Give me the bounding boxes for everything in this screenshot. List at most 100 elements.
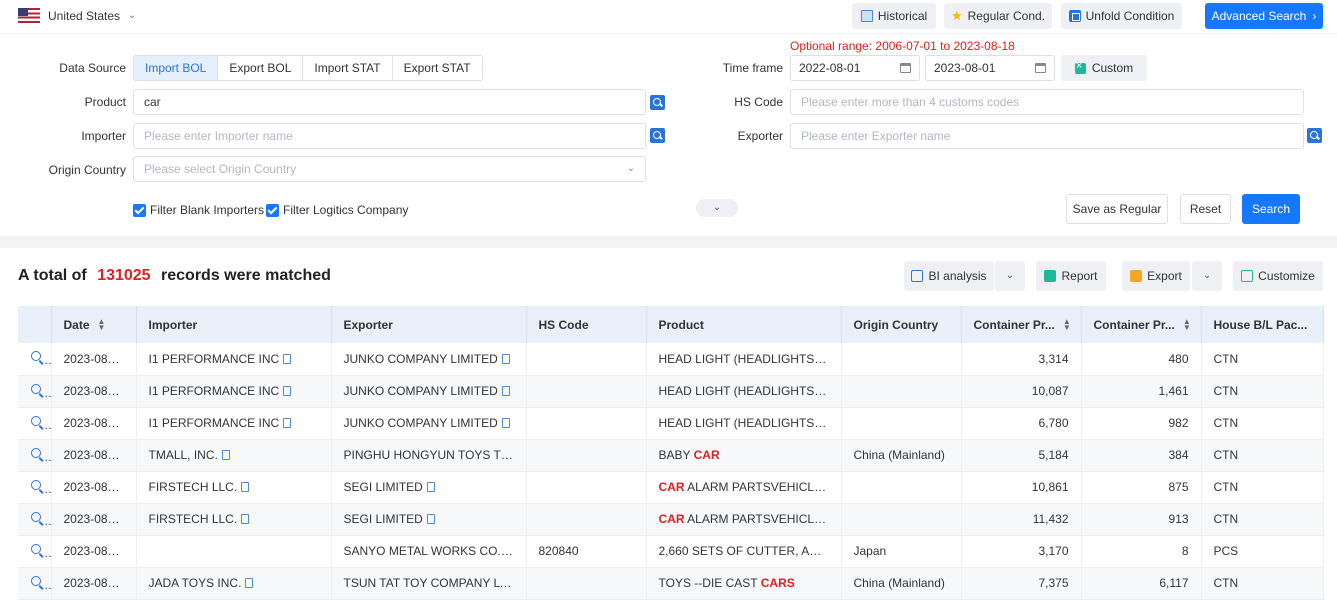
- importer-link[interactable]: FIRSTECH LLC.: [149, 480, 238, 494]
- cell-origin-country: [841, 343, 962, 376]
- chevron-right-icon: ›: [1312, 9, 1317, 23]
- filter-logistics-checkbox[interactable]: Filter Logitics Company: [266, 203, 408, 217]
- unfold-condition-button[interactable]: Unfold Condition: [1061, 3, 1182, 29]
- cell-hs-code: [526, 471, 647, 504]
- header-container-2[interactable]: Container Pr... ▲ ▼: [1081, 306, 1202, 343]
- chevron-down-icon: ⌄: [128, 10, 137, 21]
- custom-range-button[interactable]: Custom: [1061, 55, 1147, 81]
- importer-link[interactable]: FIRSTECH LLC.: [149, 512, 238, 526]
- cell-exporter: PINGHU HONGYUN TOYS TR...: [331, 439, 527, 472]
- importer-link[interactable]: JADA TOYS INC.: [149, 576, 242, 590]
- copy-icon[interactable]: [501, 353, 510, 364]
- header-container-1[interactable]: Container Pr... ▲ ▼: [961, 306, 1082, 343]
- bi-analysis-button[interactable]: BI analysis: [904, 261, 994, 291]
- exporter-link[interactable]: PINGHU HONGYUN TOYS TR...: [344, 448, 520, 462]
- cell-container-2: 1,461: [1081, 375, 1202, 408]
- origin-country-select[interactable]: Please select Origin Country ⌄: [133, 156, 646, 182]
- exporter-link[interactable]: SANYO METAL WORKS CO.,L...: [344, 544, 521, 558]
- expand-toggle[interactable]: ⌄: [696, 199, 738, 217]
- header-date[interactable]: Date ▲ ▼: [51, 306, 137, 343]
- cell-product: CAR ALARM PARTSVEHICLE TR...: [646, 503, 842, 536]
- export-dropdown[interactable]: ⌄: [1192, 261, 1222, 291]
- unfold-condition-label: Unfold Condition: [1085, 9, 1175, 23]
- copy-icon[interactable]: [241, 482, 250, 492]
- data-source-label: Data Source: [59, 61, 126, 75]
- cell-origin-country: China (Mainland): [841, 439, 962, 472]
- cell-container-1: 10,087: [961, 375, 1082, 408]
- copy-icon[interactable]: [245, 578, 254, 588]
- exporter-link[interactable]: SEGI LIMITED: [344, 512, 423, 526]
- filter-blank-importers-checkbox[interactable]: Filter Blank Importers: [133, 203, 264, 217]
- header-product: Product: [646, 306, 842, 343]
- cell-importer: [136, 535, 332, 568]
- cell-container-1: 3,314: [961, 343, 1082, 376]
- customize-button[interactable]: Customize: [1233, 261, 1323, 291]
- exporter-link[interactable]: SEGI LIMITED: [344, 480, 423, 494]
- importer-link[interactable]: I1 PERFORMANCE INC: [149, 384, 280, 398]
- exporter-lookup-icon[interactable]: [1307, 128, 1322, 143]
- country-selector[interactable]: United States ⌄: [18, 8, 136, 23]
- advanced-search-button[interactable]: Advanced Search ›: [1205, 3, 1323, 29]
- cell-date: 2023-08-01: [51, 535, 137, 568]
- historical-button[interactable]: Historical: [852, 3, 936, 29]
- cell-date: 2023-08-01: [51, 343, 137, 376]
- copy-icon[interactable]: [426, 482, 435, 492]
- export-button[interactable]: Export: [1122, 261, 1190, 291]
- copy-icon[interactable]: [501, 386, 510, 396]
- date-to-input[interactable]: 2023-08-01: [925, 55, 1055, 81]
- section-divider: [0, 236, 1337, 248]
- tab-export-bol[interactable]: Export BOL: [217, 56, 303, 80]
- exporter-link[interactable]: TSUN TAT TOY COMPANY LTD: [344, 576, 516, 590]
- save-as-regular-button[interactable]: Save as Regular: [1066, 194, 1168, 224]
- cell-container-2: 384: [1081, 439, 1202, 472]
- product-lookup-icon[interactable]: [650, 95, 665, 110]
- copy-icon[interactable]: [426, 514, 435, 524]
- search-icon[interactable]: [30, 479, 44, 493]
- copy-icon[interactable]: [283, 418, 292, 428]
- importer-input[interactable]: [133, 123, 646, 149]
- product-input[interactable]: [133, 89, 646, 115]
- reset-button[interactable]: Reset: [1180, 194, 1231, 224]
- cell-origin-country: [841, 503, 962, 536]
- tab-import-bol[interactable]: Import BOL: [134, 56, 218, 80]
- copy-icon[interactable]: [501, 418, 510, 428]
- search-icon[interactable]: [30, 447, 44, 461]
- cell-importer: FIRSTECH LLC.: [136, 471, 332, 504]
- product-highlight: CARS: [760, 576, 795, 590]
- copy-icon[interactable]: [221, 450, 230, 460]
- search-icon[interactable]: [30, 511, 44, 525]
- tab-export-stat[interactable]: Export STAT: [391, 56, 482, 80]
- search-icon[interactable]: [30, 543, 44, 557]
- importer-link[interactable]: I1 PERFORMANCE INC: [149, 416, 280, 430]
- export-icon: [1130, 270, 1143, 282]
- cell-exporter: JUNKO COMPANY LIMITED: [331, 375, 527, 408]
- importer-link[interactable]: TMALL, INC.: [149, 448, 218, 462]
- search-icon[interactable]: [30, 415, 44, 429]
- star-icon: ★: [950, 8, 963, 23]
- search-button[interactable]: Search: [1242, 194, 1300, 224]
- exporter-link[interactable]: JUNKO COMPANY LIMITED: [344, 416, 498, 430]
- tab-import-stat[interactable]: Import STAT: [302, 56, 392, 80]
- copy-icon[interactable]: [283, 386, 292, 396]
- regular-cond-button[interactable]: ★ Regular Cond.: [944, 3, 1052, 29]
- historical-label: Historical: [877, 9, 928, 23]
- hs-code-input[interactable]: [790, 89, 1304, 115]
- copy-icon[interactable]: [283, 353, 292, 364]
- date-from-input[interactable]: 2022-08-01: [790, 55, 920, 81]
- cell-importer: I1 PERFORMANCE INC: [136, 343, 332, 376]
- product-text-tail: ALARM PARTSVEHICLE TR...: [684, 512, 841, 526]
- copy-icon[interactable]: [241, 514, 250, 524]
- search-icon[interactable]: [30, 575, 44, 589]
- search-icon[interactable]: [30, 350, 44, 364]
- copy-icon[interactable]: [519, 578, 525, 588]
- importer-link[interactable]: I1 PERFORMANCE INC: [149, 352, 280, 366]
- search-icon[interactable]: [30, 383, 44, 397]
- exporter-link[interactable]: JUNKO COMPANY LIMITED: [344, 384, 498, 398]
- origin-country-label: Origin Country: [48, 163, 126, 177]
- bi-analysis-dropdown[interactable]: ⌄: [995, 261, 1025, 291]
- exporter-input[interactable]: [790, 123, 1304, 149]
- exporter-link[interactable]: JUNKO COMPANY LIMITED: [344, 352, 498, 366]
- report-button[interactable]: Report: [1036, 261, 1106, 291]
- header-container-1-label: Container Pr...: [973, 317, 1055, 332]
- importer-lookup-icon[interactable]: [650, 128, 665, 143]
